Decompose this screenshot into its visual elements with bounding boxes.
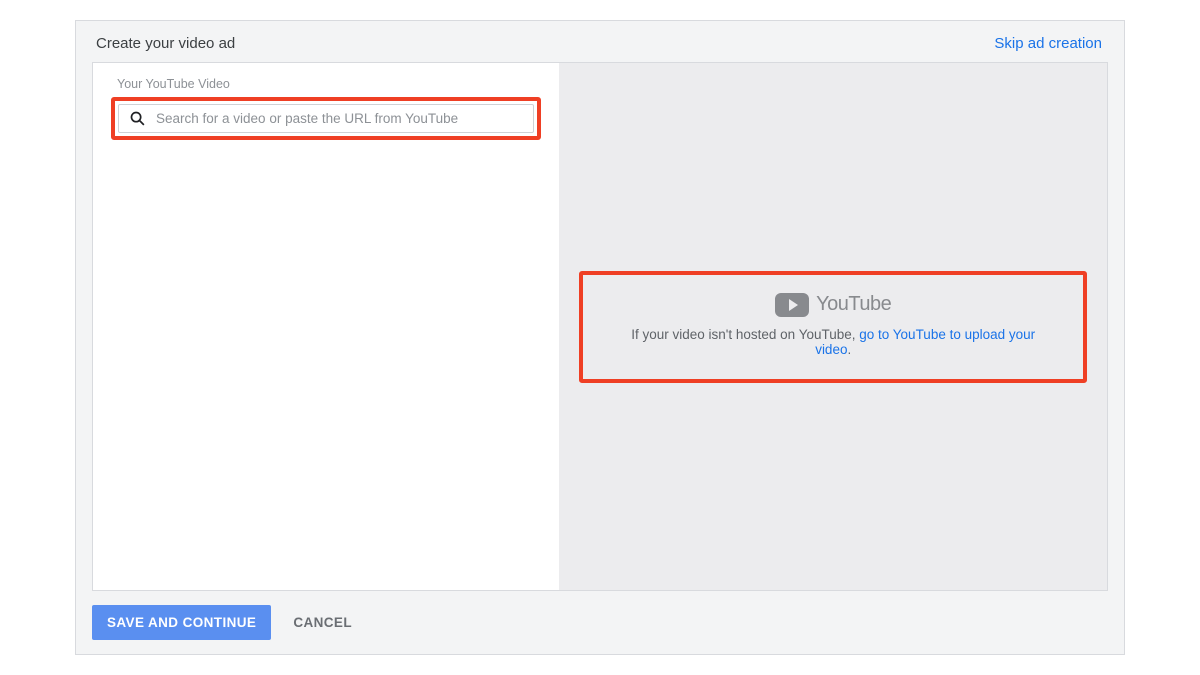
video-field-label: Your YouTube Video bbox=[111, 77, 541, 91]
right-panel: YouTube If your video isn't hosted on Yo… bbox=[559, 63, 1107, 590]
cancel-button[interactable]: CANCEL bbox=[293, 615, 352, 630]
search-highlight bbox=[111, 97, 541, 140]
youtube-logo: YouTube bbox=[775, 293, 891, 317]
youtube-upload-highlight: YouTube If your video isn't hosted on Yo… bbox=[579, 271, 1087, 383]
upload-hint: If your video isn't hosted on YouTube, g… bbox=[611, 327, 1055, 357]
card-footer: SAVE AND CONTINUE CANCEL bbox=[92, 591, 1108, 640]
search-icon bbox=[129, 110, 146, 127]
youtube-play-icon bbox=[775, 293, 809, 317]
youtube-logo-text: YouTube bbox=[816, 293, 891, 316]
upload-hint-suffix: . bbox=[847, 342, 851, 357]
left-panel: Your YouTube Video bbox=[93, 63, 559, 590]
upload-hint-prefix: If your video isn't hosted on YouTube, bbox=[631, 327, 859, 342]
content-panels: Your YouTube Video YouTube If you bbox=[92, 62, 1108, 591]
ad-creation-card: Create your video ad Skip ad creation Yo… bbox=[75, 20, 1125, 655]
card-header: Create your video ad Skip ad creation bbox=[92, 33, 1108, 62]
video-search-input[interactable] bbox=[156, 111, 525, 126]
save-and-continue-button[interactable]: SAVE AND CONTINUE bbox=[92, 605, 271, 640]
video-search-field[interactable] bbox=[118, 104, 534, 133]
skip-ad-creation-link[interactable]: Skip ad creation bbox=[994, 35, 1102, 52]
page-title: Create your video ad bbox=[96, 35, 235, 52]
